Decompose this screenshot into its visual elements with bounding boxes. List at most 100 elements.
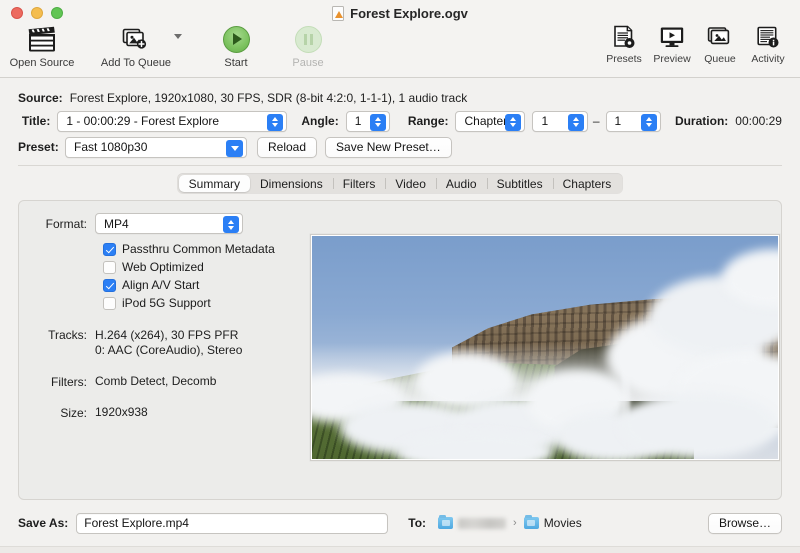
filters-row: Filters: Comb Detect, Decomb: [33, 374, 289, 389]
close-button[interactable]: [11, 7, 23, 19]
zoom-button[interactable]: [51, 7, 63, 19]
tab-summary-label: Summary: [188, 176, 241, 191]
tab-filters[interactable]: Filters: [332, 175, 386, 192]
title-select[interactable]: 1 - 00:00:29 - Forest Explore: [57, 110, 288, 132]
format-select-value: MP4: [104, 216, 129, 231]
queue-label: Queue: [704, 53, 736, 65]
start-label: Start: [224, 57, 248, 69]
source-row: Source: Forest Explore, 1920x1080, 30 FP…: [0, 87, 800, 109]
chevron-down-icon[interactable]: [174, 34, 182, 39]
start-button[interactable]: Start: [200, 22, 272, 69]
save-as-input[interactable]: Forest Explore.mp4: [76, 512, 389, 534]
duration-value: 00:00:29: [735, 114, 782, 128]
source-value: Forest Explore, 1920x1080, 30 FPS, SDR (…: [69, 91, 468, 105]
queue-button[interactable]: Queue: [696, 22, 744, 65]
preset-label: Preset:: [18, 140, 59, 154]
tracks-audio-value: 0: AAC (CoreAudio), Stereo: [95, 343, 243, 357]
pause-icon: [294, 24, 322, 54]
tab-chapters-label: Chapters: [562, 176, 612, 191]
volume-folder-icon: [438, 514, 454, 529]
checkbox-passthru-common-metadata[interactable]: Passthru Common Metadata: [103, 240, 289, 258]
angle-select[interactable]: 1: [345, 110, 390, 132]
checkmark-icon[interactable]: [103, 278, 116, 292]
clapperboard-icon: [27, 24, 57, 54]
tab-chapters[interactable]: Chapters: [552, 175, 622, 192]
title-label: Title:: [21, 114, 51, 128]
pause-button[interactable]: Pause: [272, 22, 344, 69]
range-label: Range:: [407, 114, 449, 128]
tab-group: Summary Dimensions Filters Video Audio S…: [176, 173, 624, 194]
angle-label: Angle:: [301, 114, 339, 128]
add-to-queue-label: Add To Queue: [100, 57, 172, 69]
window-title-text: Forest Explore.ogv: [350, 6, 468, 21]
tab-audio[interactable]: Audio: [435, 175, 487, 192]
destination-breadcrumb[interactable]: › Movies: [438, 514, 582, 530]
range-start-stepper-icon[interactable]: [567, 113, 584, 131]
toolbar-right-group: Presets Preview Queue Activity: [600, 22, 800, 65]
range-type-select[interactable]: Chapters: [455, 110, 526, 132]
size-row: Size: 1920x938: [33, 405, 289, 420]
tab-video-label: Video: [395, 176, 426, 191]
empty-checkbox-icon[interactable]: [103, 296, 116, 310]
reload-preset-button[interactable]: Reload: [257, 136, 318, 158]
checkbox-ipod-5g-support[interactable]: iPod 5G Support: [103, 294, 289, 312]
format-label: Format:: [45, 216, 87, 231]
checkbox-align-av-start[interactable]: Align A/V Start: [103, 276, 289, 294]
open-source-button[interactable]: Open Source: [6, 22, 78, 69]
tracks-video-value: H.264 (x264), 30 FPS PFR: [95, 328, 239, 342]
presets-button[interactable]: Presets: [600, 22, 648, 65]
chevron-down-icon[interactable]: [226, 139, 243, 157]
pause-label: Pause: [292, 57, 324, 69]
angle-stepper-icon[interactable]: [369, 113, 386, 131]
preview-thumbnail[interactable]: [310, 234, 780, 461]
checkmark-icon[interactable]: [103, 242, 116, 256]
size-label: Size:: [60, 405, 87, 420]
browse-label: Browse…: [718, 516, 771, 530]
preview-monitor-icon: [659, 24, 685, 50]
tab-summary[interactable]: Summary: [178, 175, 251, 192]
save-new-preset-button[interactable]: Save New Preset…: [325, 136, 452, 158]
add-to-queue-button[interactable]: Add To Queue: [100, 22, 172, 69]
checkbox-passthru-label: Passthru Common Metadata: [122, 242, 275, 256]
handbrake-window: Forest Explore.ogv Open Source Add To Qu…: [0, 0, 800, 553]
tab-video[interactable]: Video: [385, 175, 435, 192]
minimize-button[interactable]: [31, 7, 43, 19]
settings-divider: [18, 165, 782, 166]
checkbox-web-optimized[interactable]: Web Optimized: [103, 258, 289, 276]
title-stepper-icon[interactable]: [267, 113, 284, 131]
activity-label: Activity: [751, 53, 785, 65]
activity-button[interactable]: Activity: [744, 22, 792, 65]
status-bar: [0, 546, 800, 553]
preview-label: Preview: [653, 53, 691, 65]
summary-left-column: Format: MP4 Passthru Common Metadata Web…: [33, 213, 289, 487]
window-controls[interactable]: [11, 7, 63, 19]
tab-bar: Summary Dimensions Filters Video Audio S…: [0, 173, 800, 194]
video-preview-still: [312, 236, 778, 459]
breadcrumb-separator: ›: [513, 517, 517, 529]
queue-stack-icon: [707, 24, 733, 50]
preset-select[interactable]: Fast 1080p30: [65, 136, 247, 158]
format-select[interactable]: MP4: [95, 213, 243, 234]
title-select-value: 1 - 00:00:29 - Forest Explore: [66, 114, 220, 128]
tab-subtitles[interactable]: Subtitles: [486, 175, 553, 192]
preview-button[interactable]: Preview: [648, 22, 696, 65]
tab-dimensions-label: Dimensions: [260, 176, 323, 191]
breadcrumb-folder-label: Movies: [543, 516, 582, 530]
format-stepper-icon[interactable]: [223, 216, 239, 233]
range-type-stepper-icon[interactable]: [505, 113, 522, 131]
to-label: To:: [408, 516, 427, 530]
duration-label: Duration:: [674, 114, 729, 128]
reload-label: Reload: [268, 140, 307, 154]
preset-select-value: Fast 1080p30: [74, 140, 148, 154]
tab-subtitles-label: Subtitles: [496, 176, 543, 191]
empty-checkbox-icon[interactable]: [103, 260, 116, 274]
tab-dimensions[interactable]: Dimensions: [250, 175, 333, 192]
browse-button[interactable]: Browse…: [707, 512, 782, 534]
range-end-stepper-icon[interactable]: [640, 113, 657, 131]
tab-filters-label: Filters: [342, 176, 376, 191]
window-title: Forest Explore.ogv: [0, 6, 800, 21]
presets-label: Presets: [606, 53, 642, 65]
range-end-select[interactable]: 1: [605, 110, 661, 132]
range-start-select[interactable]: 1: [532, 110, 588, 132]
play-icon: [222, 24, 250, 54]
